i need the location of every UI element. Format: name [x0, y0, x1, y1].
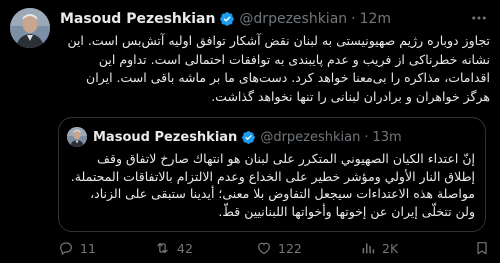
verified-badge-icon: [219, 11, 235, 27]
reply-button[interactable]: 11: [58, 240, 154, 256]
quoted-header: Masoud Pezeshkian @drpezeshkian · 13m: [93, 127, 402, 147]
quoted-text: إنّ اعتداء الكيان الصهيوني المتكرر على ل…: [70, 151, 475, 219]
reply-icon: [60, 242, 72, 256]
author-handle[interactable]: @drpezeshkian: [239, 11, 347, 27]
avatar[interactable]: [10, 8, 50, 48]
tweet-text: تجاوز دوباره رژیم صهیونیستی به لبنان نقض…: [67, 33, 490, 104]
retweet-button[interactable]: 42: [154, 240, 256, 256]
like-button[interactable]: 122: [256, 240, 360, 256]
quoted-timestamp[interactable]: 13m: [373, 130, 402, 145]
views-button[interactable]: 2K: [360, 240, 450, 256]
bookmark-icon: [477, 242, 487, 255]
author-name[interactable]: Masoud Pezeshkian: [60, 11, 215, 27]
more-icon[interactable]: [470, 9, 488, 31]
action-bar: 11 42 122 2K: [58, 238, 490, 258]
retweet-count: 42: [177, 240, 193, 256]
retweet-icon: [157, 243, 168, 253]
verified-badge-icon: [241, 130, 256, 145]
like-icon: [258, 242, 270, 255]
like-count: 122: [278, 240, 302, 256]
quoted-author-handle[interactable]: @drpezeshkian: [260, 130, 360, 145]
quoted-avatar[interactable]: [67, 127, 87, 147]
separator-dot: ·: [351, 11, 356, 27]
quoted-tweet[interactable]: Masoud Pezeshkian @drpezeshkian · 13m إن…: [58, 117, 486, 232]
separator-dot: ·: [364, 129, 369, 145]
quoted-author-name[interactable]: Masoud Pezeshkian: [93, 130, 237, 145]
tweet[interactable]: Masoud Pezeshkian @drpezeshkian · 12m تج…: [0, 0, 500, 263]
views-icon: [362, 243, 375, 254]
timestamp[interactable]: 12m: [360, 11, 391, 27]
views-count: 2K: [382, 240, 399, 256]
tweet-header: Masoud Pezeshkian @drpezeshkian · 12m: [60, 9, 490, 29]
reply-count: 11: [80, 240, 96, 256]
bookmark-button[interactable]: [474, 240, 490, 256]
